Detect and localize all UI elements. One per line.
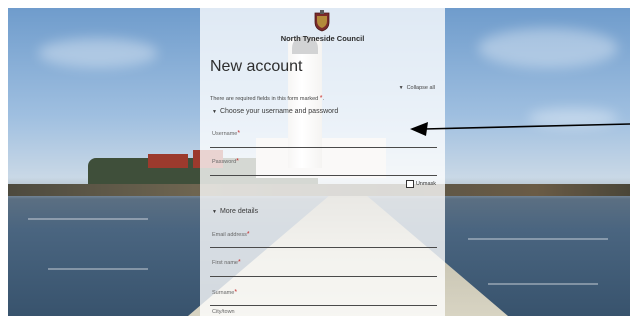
field-label-text: Password <box>212 159 237 165</box>
required-fields-note: There are required fields in this form m… <box>210 95 325 102</box>
page-title: New account <box>210 58 303 75</box>
cloud <box>38 38 158 68</box>
email-label: Email address* <box>212 231 250 238</box>
collapse-all-label: Collapse all <box>406 85 435 91</box>
caret-down-icon: ▼ <box>398 85 404 91</box>
required-star: * <box>237 259 241 266</box>
cloud <box>478 28 618 68</box>
field-label-text: Email address <box>212 232 247 238</box>
first-name-input[interactable] <box>210 276 437 277</box>
required-star: * <box>237 130 241 137</box>
username-label: Username* <box>212 130 240 137</box>
collapse-all-link[interactable]: ▼ Collapse all <box>399 85 435 91</box>
house <box>148 154 188 168</box>
required-note-text: There are required fields in this form m… <box>210 96 319 102</box>
checkbox-icon <box>405 180 414 188</box>
water-reflection <box>28 218 148 220</box>
section-label: More details <box>219 208 259 215</box>
field-label-text: Surname <box>212 290 235 296</box>
city-town-label: City/town <box>212 309 235 315</box>
required-star: * <box>246 231 250 238</box>
caret-down-icon: ▼ <box>212 209 217 215</box>
password-input[interactable] <box>210 175 437 176</box>
unmask-label: Unmask <box>415 181 436 187</box>
registration-panel: North Tyneside Council New account ▼ Coll… <box>200 8 445 316</box>
surname-input[interactable] <box>210 305 437 306</box>
field-label-text: First name <box>212 260 238 266</box>
field-label-text: City/town <box>212 309 235 315</box>
required-star: * <box>234 289 238 296</box>
field-label-text: Username <box>212 131 238 137</box>
council-name: North Tyneside Council <box>280 34 365 43</box>
section-toggle-more-details[interactable]: ▼ More details <box>212 208 258 215</box>
water-reflection <box>468 238 608 240</box>
password-label: Password* <box>212 158 239 165</box>
surname-label: Surname* <box>212 289 237 296</box>
council-crest-icon <box>314 10 330 32</box>
annotation-arrow-icon <box>410 122 630 136</box>
water-reflection <box>48 268 148 270</box>
email-input[interactable] <box>210 247 437 248</box>
section-toggle-username-password[interactable]: ▼ Choose your username and password <box>212 108 338 115</box>
section-label: Choose your username and password <box>219 108 339 115</box>
caret-down-icon: ▼ <box>212 109 217 115</box>
first-name-label: First name* <box>212 259 241 266</box>
username-input[interactable] <box>210 147 437 148</box>
required-star: * <box>236 158 239 165</box>
water-reflection <box>488 283 598 285</box>
unmask-checkbox[interactable]: Unmask <box>405 180 436 188</box>
